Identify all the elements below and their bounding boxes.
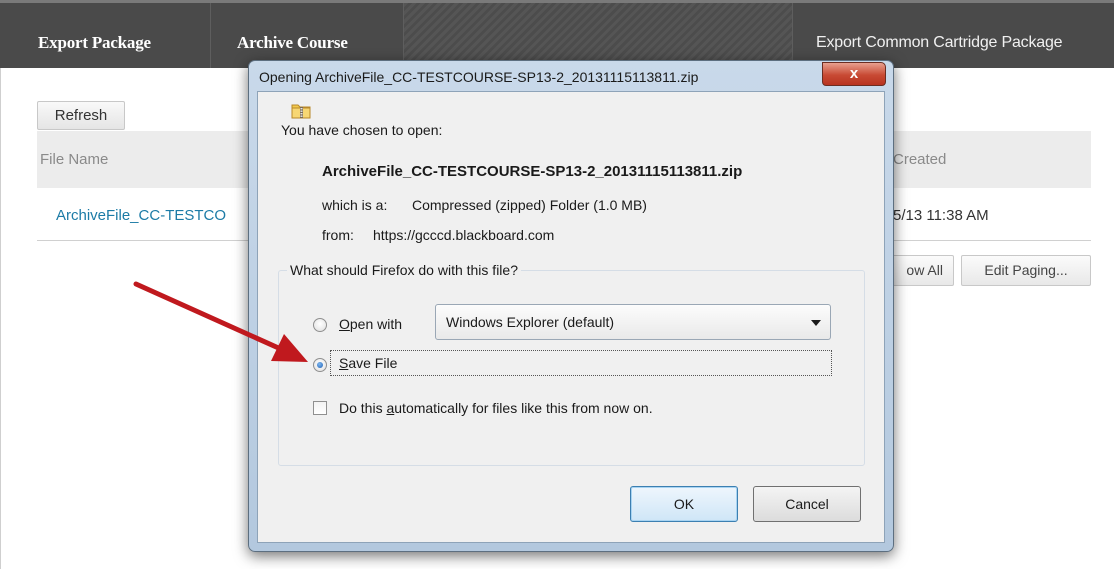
file-type-value: Compressed (zipped) Folder (1.0 MB)	[412, 197, 647, 213]
top-navigation-bar: Export Package Archive Course Export Com…	[0, 0, 1114, 68]
tab-archive-course[interactable]: Archive Course	[237, 3, 348, 68]
open-with-radio[interactable]	[313, 318, 327, 332]
tab-export-package[interactable]: Export Package	[38, 3, 151, 68]
tab-export-common-cartridge[interactable]: Export Common Cartridge Package	[816, 3, 1114, 68]
open-with-app-select[interactable]: Windows Explorer (default)	[435, 304, 831, 340]
chosen-label: You have chosen to open:	[281, 122, 443, 138]
auto-action-label-rest: utomatically for files like this from no…	[394, 400, 653, 416]
action-question: What should Firefox do with this file?	[287, 262, 521, 278]
refresh-button[interactable]: Refresh	[37, 101, 125, 130]
auto-action-checkbox[interactable]	[313, 401, 327, 415]
save-file-accesskey: S	[339, 355, 349, 371]
close-button[interactable]: x	[822, 62, 886, 86]
file-source-value: https://gcccd.blackboard.com	[373, 227, 555, 243]
page-left-border	[0, 68, 1, 569]
ok-button[interactable]: OK	[630, 486, 738, 522]
file-source-label: from:	[322, 227, 354, 243]
file-type-label: which is a:	[322, 197, 388, 213]
open-with-label-text: pen with	[349, 316, 403, 332]
chevron-down-icon	[811, 320, 821, 326]
column-header-file-name[interactable]: File Name	[40, 151, 108, 168]
auto-action-label-pre: Do this	[339, 400, 387, 416]
cancel-button[interactable]: Cancel	[753, 486, 861, 522]
dialog-title: Opening ArchiveFile_CC-TESTCOURSE-SP13-2…	[259, 69, 699, 85]
edit-paging-button[interactable]: Edit Paging...	[961, 255, 1091, 286]
open-with-accesskey: O	[339, 316, 350, 332]
close-icon: x	[849, 65, 859, 82]
tab-divider	[792, 3, 793, 68]
topbar-hatched-area	[404, 3, 792, 68]
column-header-date-created[interactable]: Created	[893, 151, 946, 168]
zip-folder-icon	[291, 104, 311, 119]
table-row-date-created: 5/13 11:38 AM	[893, 207, 989, 224]
auto-action-label[interactable]: Do this automatically for files like thi…	[339, 400, 653, 416]
save-file-label[interactable]: Save File	[339, 355, 397, 371]
save-file-label-text: ave File	[348, 355, 398, 371]
file-name: ArchiveFile_CC-TESTCOURSE-SP13-2_2013111…	[322, 163, 743, 180]
tab-divider	[210, 3, 211, 68]
save-file-focus-outline	[330, 350, 832, 376]
table-row-file-link[interactable]: ArchiveFile_CC-TESTCO	[56, 207, 226, 224]
open-with-label[interactable]: Open with	[339, 316, 402, 332]
save-file-radio[interactable]	[313, 358, 327, 372]
open-with-app-value: Windows Explorer (default)	[446, 314, 615, 330]
